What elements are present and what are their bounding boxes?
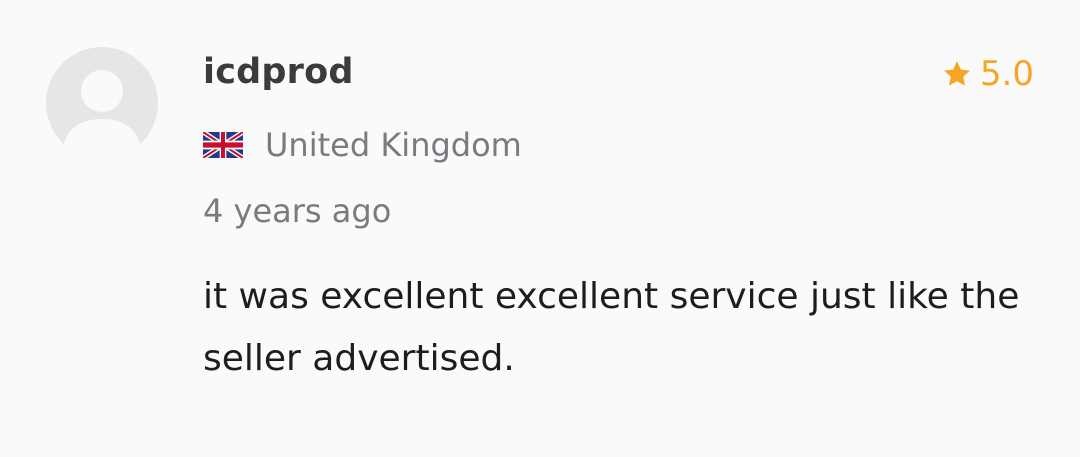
review-timestamp: 4 years ago <box>203 192 392 230</box>
review-card: icdprod 5.0 United Kingdom 4 years ago i… <box>0 0 1080 457</box>
rating-value: 5.0 <box>979 54 1034 94</box>
star-icon <box>942 59 972 89</box>
rating: 5.0 <box>942 54 1034 94</box>
reviewer-username[interactable]: icdprod <box>203 52 354 92</box>
user-silhouette-icon <box>62 70 142 159</box>
review-body: it was excellent excellent service just … <box>203 276 1020 379</box>
uk-flag-icon <box>203 132 243 158</box>
reviewer-country: United Kingdom <box>203 126 522 164</box>
country-name: United Kingdom <box>265 126 522 164</box>
avatar[interactable] <box>46 47 158 159</box>
